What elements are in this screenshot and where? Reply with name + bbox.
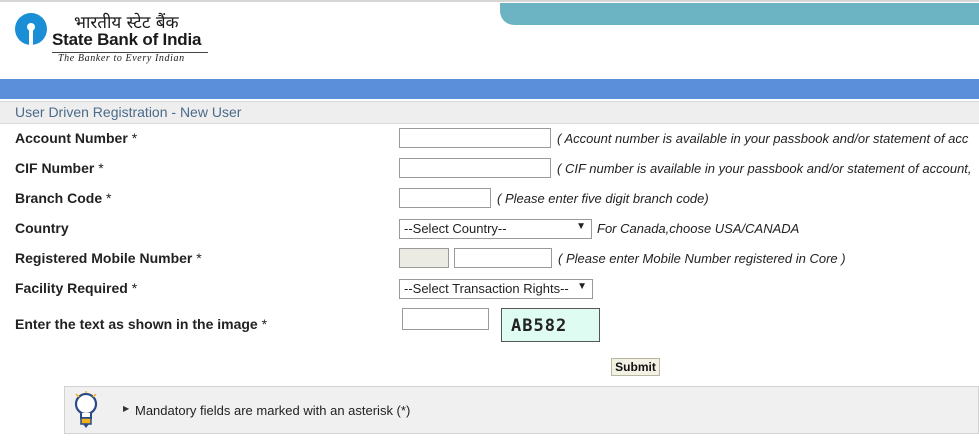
mobile-number-input[interactable] <box>454 248 552 268</box>
required-asterisk: * <box>196 250 202 266</box>
header-tab-strip <box>500 3 979 25</box>
mobile-number-label-text: Registered Mobile Number <box>15 250 193 266</box>
cif-number-hint: ( CIF number is available in your passbo… <box>557 161 972 176</box>
mandatory-note-text: Mandatory fields are marked with an aste… <box>135 403 411 418</box>
country-select[interactable]: --Select Country-- ▼ <box>399 219 592 239</box>
country-label-text: Country <box>15 220 69 236</box>
branch-code-label-text: Branch Code <box>15 190 103 206</box>
cif-number-label: CIF Number * <box>15 160 104 176</box>
mobile-country-code-input[interactable] <box>399 248 449 268</box>
branch-code-hint: ( Please enter five digit branch code) <box>497 191 709 206</box>
mandatory-note-box: ▶ Mandatory fields are marked with an as… <box>64 386 979 434</box>
branch-code-input[interactable] <box>399 188 491 208</box>
brand-tagline: The Banker to Every Indian <box>58 53 185 64</box>
facility-select[interactable]: --Select Transaction Rights-- ▼ <box>399 279 593 299</box>
cif-number-label-text: CIF Number <box>15 160 95 176</box>
facility-label-text: Facility Required <box>15 280 128 296</box>
required-asterisk: * <box>131 280 138 296</box>
country-select-value: --Select Country-- <box>404 221 507 236</box>
branch-code-label: Branch Code * <box>15 190 111 206</box>
facility-select-value: --Select Transaction Rights-- <box>404 281 569 296</box>
lightbulb-icon <box>74 391 98 428</box>
captcha-label: Enter the text as shown in the image * <box>15 316 267 332</box>
mobile-number-label: Registered Mobile Number * <box>15 250 202 266</box>
account-number-label: Account Number * <box>15 130 137 146</box>
account-number-hint: ( Account number is available in your pa… <box>557 131 969 146</box>
dropdown-arrow-icon: ▼ <box>576 221 586 232</box>
sbi-logo: भारतीय स्टेट बैंक State Bank of India Th… <box>14 10 274 70</box>
captcha-input[interactable] <box>402 308 489 330</box>
country-label: Country <box>15 220 69 236</box>
sbi-logo-icon <box>15 13 47 46</box>
mobile-number-hint: ( Please enter Mobile Number registered … <box>558 251 846 266</box>
submit-button[interactable]: Submit <box>611 358 660 376</box>
captcha-text: AB582 <box>511 316 568 336</box>
section-header: User Driven Registration - New User <box>0 101 979 124</box>
account-number-input[interactable] <box>399 128 551 148</box>
captcha-image: AB582 <box>501 308 600 342</box>
top-border <box>0 0 979 2</box>
required-asterisk: * <box>98 160 104 176</box>
account-number-label-text: Account Number <box>15 130 128 146</box>
country-hint: For Canada,choose USA/CANADA <box>597 221 800 236</box>
required-asterisk: * <box>261 316 268 332</box>
dropdown-arrow-icon: ▼ <box>577 281 587 292</box>
required-asterisk: * <box>131 130 138 146</box>
blue-banner-bar <box>0 79 979 99</box>
required-asterisk: * <box>106 190 112 206</box>
cif-number-input[interactable] <box>399 158 551 178</box>
captcha-label-text: Enter the text as shown in the image <box>15 316 258 332</box>
bullet-arrow-icon: ▶ <box>123 404 130 413</box>
brand-name: State Bank of India <box>52 30 202 49</box>
facility-label: Facility Required * <box>15 280 137 296</box>
section-title: User Driven Registration - New User <box>15 104 242 120</box>
